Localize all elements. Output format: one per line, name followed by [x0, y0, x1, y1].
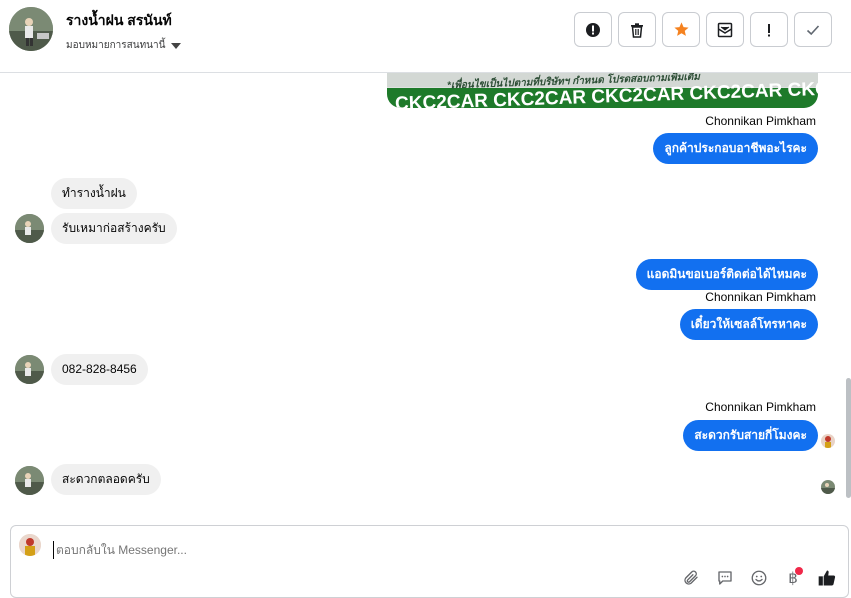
star-icon — [673, 22, 689, 36]
message-thread[interactable]: *เพื่อนไขเป็นไปตามที่บริษัทฯ กำหนด โปรดส… — [0, 73, 851, 518]
check-icon — [806, 24, 820, 35]
conversation-actions — [574, 12, 832, 47]
trash-icon — [631, 22, 643, 38]
alert-circle-icon — [586, 22, 600, 37]
incoming-message[interactable]: สะดวกตลอดครับ — [51, 464, 161, 495]
sender-name: Chonnikan Pimkham — [705, 290, 816, 304]
exclamation-icon — [768, 23, 770, 36]
thread-scrollbar[interactable] — [846, 73, 851, 518]
reply-composer: ฿ — [10, 525, 849, 598]
conversation-header: รางน้ำฝน สรนันท์ มอบหมายการสนทนานี้ — [0, 0, 851, 73]
contact-avatar-small[interactable] — [15, 355, 44, 384]
agent-avatar — [19, 534, 41, 556]
follow-up-button[interactable] — [750, 12, 788, 47]
star-button[interactable] — [662, 12, 700, 47]
contact-avatar-small[interactable] — [15, 466, 44, 495]
delete-button[interactable] — [618, 12, 656, 47]
seen-avatar — [821, 434, 835, 448]
smiley-icon — [751, 570, 767, 586]
outgoing-message[interactable]: ลูกค้าประกอบอาชีพอะไรคะ — [653, 133, 818, 164]
attach-button[interactable] — [680, 567, 702, 589]
incoming-message[interactable]: 082-828-8456 — [51, 354, 148, 385]
saved-replies-button[interactable] — [714, 567, 736, 589]
sender-name: Chonnikan Pimkham — [705, 114, 816, 128]
seen-avatar — [821, 480, 835, 494]
incoming-message[interactable]: ทำรางน้ำฝน — [51, 178, 137, 209]
mark-done-button[interactable] — [794, 12, 832, 47]
reply-input[interactable] — [53, 541, 653, 559]
emoji-button[interactable] — [748, 567, 770, 589]
envelope-icon — [717, 22, 733, 37]
notification-dot — [795, 567, 803, 575]
contact-name[interactable]: รางน้ำฝน สรนันท์ — [66, 10, 172, 32]
assign-conversation-dropdown[interactable]: มอบหมายการสนทนานี้ — [66, 38, 182, 53]
caret-down-icon — [171, 42, 182, 49]
thumbs-up-icon — [818, 570, 836, 586]
like-button[interactable] — [816, 567, 838, 589]
image-attachment[interactable]: *เพื่อนไขเป็นไปตามที่บริษัทฯ กำหนด โปรดส… — [387, 73, 818, 108]
incoming-message[interactable]: รับเหมาก่อสร้างครับ — [51, 213, 177, 244]
mark-spam-button[interactable] — [574, 12, 612, 47]
outgoing-message[interactable]: แอดมินขอเบอร์ติดต่อได้ไหมคะ — [635, 259, 818, 290]
contact-avatar[interactable] — [9, 7, 53, 51]
contact-avatar-small[interactable] — [15, 214, 44, 243]
assign-label: มอบหมายการสนทนานี้ — [66, 40, 166, 51]
mark-unread-button[interactable] — [706, 12, 744, 47]
composer-tools: ฿ — [680, 567, 838, 589]
outgoing-message[interactable]: เดี๋ยวให้เซลล์โทรหาคะ — [679, 309, 818, 340]
paperclip-icon — [684, 570, 698, 585]
payment-button[interactable]: ฿ — [782, 567, 804, 589]
outgoing-message[interactable]: สะดวกรับสายกี่โมงคะ — [683, 420, 818, 451]
chat-bubble-icon — [718, 571, 732, 585]
sender-name: Chonnikan Pimkham — [705, 400, 816, 414]
scrollbar-thumb[interactable] — [846, 378, 851, 498]
